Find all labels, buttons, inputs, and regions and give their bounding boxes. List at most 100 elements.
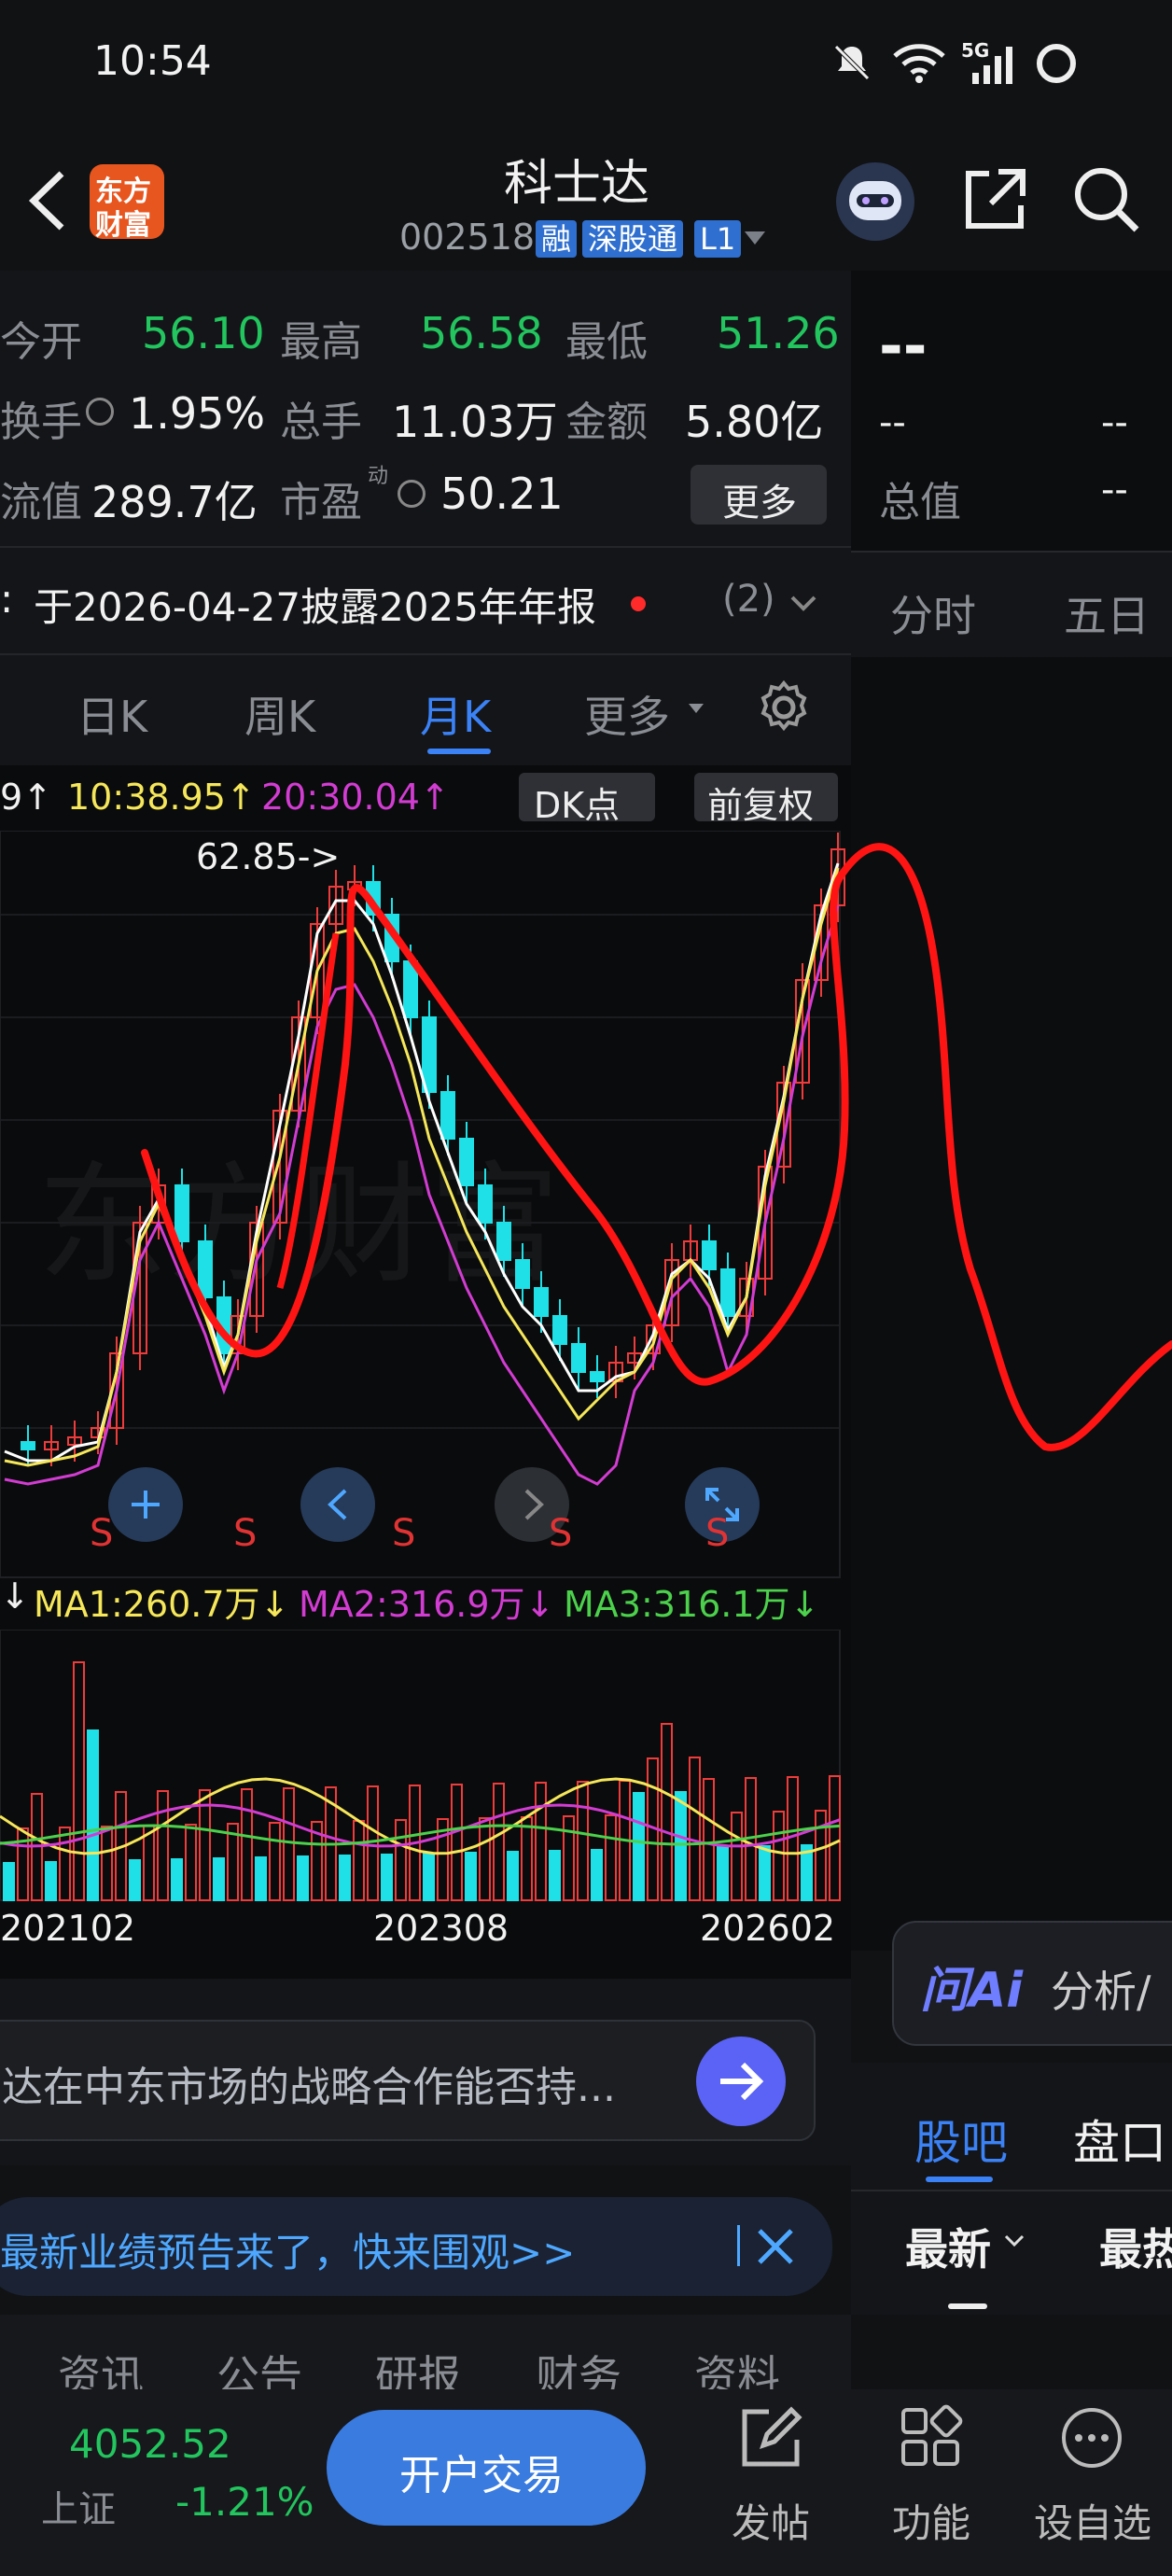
robot-avatar-icon[interactable]	[836, 162, 914, 241]
sort-new[interactable]: 最新	[905, 2216, 991, 2277]
margin-badge: 融	[536, 220, 578, 258]
volume-bar	[129, 1859, 141, 1901]
index-value: 4052.52	[69, 2421, 231, 2467]
index-change: -1.21%	[175, 2479, 314, 2525]
volume-bar	[45, 1861, 57, 1901]
volume-bar	[73, 1661, 85, 1901]
rp-price: --	[879, 312, 928, 380]
tab-fenshi[interactable]: 分时	[890, 582, 976, 644]
volume-bar	[101, 1826, 113, 1901]
notice-row[interactable]: : 于2026-04-27披露2025年年报 (2)	[0, 546, 851, 655]
volume-label: 总手	[280, 399, 362, 446]
volume-bar	[521, 1816, 533, 1901]
app-header: 东方 财富 科士达 002518 融 深股通 L1	[0, 131, 1172, 271]
vol-ma1: MA1:260.7万↓	[34, 1584, 290, 1625]
eastmoney-logo[interactable]: 东方 财富	[90, 164, 164, 242]
share-icon[interactable]	[961, 164, 1030, 233]
open-value: 56.10	[142, 308, 265, 358]
volume-bar	[731, 1812, 743, 1901]
volume-bar	[297, 1855, 309, 1901]
apps-grid-icon[interactable]	[898, 2404, 965, 2471]
pe-value: 50.21	[440, 469, 564, 519]
notice-text: 于2026-04-27披露2025年年报	[34, 584, 596, 630]
open-account-button[interactable]: 开户交易	[327, 2410, 646, 2526]
signal-icon	[972, 47, 1012, 84]
volume-bar	[269, 1822, 281, 1901]
tab-month-k[interactable]: 月K	[420, 683, 491, 745]
volume-bar	[507, 1851, 519, 1901]
wifi-icon	[893, 44, 945, 83]
promo-banner[interactable]: 最新业绩预告来了，快来围观>>	[0, 2197, 832, 2296]
turnover-label: 换手	[0, 399, 82, 446]
volume-bar	[241, 1788, 253, 1901]
watch-label[interactable]: 设自选	[1034, 2492, 1151, 2549]
status-bar: 10:54 5G	[0, 0, 1172, 131]
edit-icon[interactable]	[737, 2404, 804, 2471]
gear-icon[interactable]	[754, 678, 814, 737]
info-dots-icon[interactable]	[86, 398, 114, 426]
search-icon[interactable]	[1071, 164, 1142, 235]
back-arrow-icon[interactable]	[26, 170, 67, 231]
dropdown-caret-icon[interactable]	[743, 230, 767, 246]
info-dots-icon[interactable]	[398, 480, 426, 508]
volume-bar	[605, 1814, 617, 1901]
volume-bar	[339, 1855, 351, 1901]
dk-point-button[interactable]: DK点	[519, 773, 655, 826]
guba-section: 股吧 盘口 最新 最热	[851, 2063, 1172, 2315]
tab-pankou[interactable]: 盘口	[1073, 2106, 1166, 2173]
tab-more[interactable]: 更多	[584, 683, 670, 745]
volume-bar	[759, 1845, 771, 1901]
volume-bar	[661, 1723, 673, 1901]
stock-code: 002518	[399, 217, 536, 258]
float-label: 流值	[0, 479, 82, 526]
ask-input[interactable]: 达在中东市场的战略合作能否持...	[0, 2020, 816, 2141]
close-icon[interactable]	[756, 2227, 795, 2266]
sort-hot[interactable]: 最热	[1099, 2216, 1172, 2277]
func-label[interactable]: 功能	[892, 2492, 970, 2549]
tab-week-k[interactable]: 周K	[244, 683, 315, 745]
sgt-badge: 深股通	[582, 220, 684, 258]
stock-title: 科士达	[504, 156, 650, 212]
status-time: 10:54	[93, 37, 212, 85]
rp-total-value: --	[1101, 469, 1128, 511]
volume-bar	[689, 1757, 701, 1901]
volume-bar	[493, 1783, 505, 1901]
chevron-down-icon[interactable]	[789, 595, 817, 613]
volume-bar	[563, 1815, 575, 1901]
volume-bar	[535, 1782, 547, 1901]
chevron-down-icon[interactable]	[1004, 2234, 1025, 2247]
info-t2: 10:38.95↑	[67, 777, 256, 818]
turnover-value: 1.95%	[129, 388, 266, 439]
caret-down-icon	[689, 704, 704, 713]
ai-analysis-box[interactable]: 问Ai 分析/	[892, 1921, 1172, 2046]
volume-bar	[465, 1852, 477, 1901]
volume-bar	[87, 1729, 99, 1901]
volume-bar	[451, 1784, 463, 1901]
tab-wuri[interactable]: 五日	[1064, 582, 1150, 644]
tab-day-k[interactable]: 日K	[77, 683, 147, 745]
volume-bar	[171, 1858, 183, 1901]
send-button[interactable]	[696, 2037, 786, 2126]
volume-bar	[773, 1811, 785, 1901]
open-label: 今开	[0, 318, 82, 366]
more-dots-icon[interactable]	[1058, 2404, 1125, 2471]
amount-value: 5.80亿	[685, 397, 824, 447]
volume-svg	[0, 1630, 841, 1901]
volume-bar	[367, 1785, 379, 1901]
volume-bar	[479, 1817, 491, 1901]
bottom-bar: 4052.52 上证 -1.21% 开户交易 发帖 功能 设自选	[0, 2389, 1172, 2576]
volume-bar	[549, 1850, 561, 1901]
x-label: 202602	[700, 1908, 836, 1949]
post-label[interactable]: 发帖	[732, 2492, 810, 2549]
tab-active-indicator	[427, 749, 491, 754]
volume-value: 11.03万	[392, 397, 558, 447]
volume-bar	[423, 1853, 435, 1901]
float-value: 289.7亿	[91, 477, 258, 527]
more-button[interactable]: 更多	[691, 465, 827, 525]
volume-bar	[185, 1824, 197, 1901]
quote-panel: 今开 56.10 最高 56.58 最低 51.26 换手 1.95% 总手 1…	[0, 271, 851, 546]
pe-superscript: 动	[368, 465, 389, 488]
tab-guba[interactable]: 股吧	[914, 2106, 1008, 2173]
adjust-button[interactable]: 前复权	[694, 773, 838, 826]
notice-count: (2)	[722, 578, 775, 621]
